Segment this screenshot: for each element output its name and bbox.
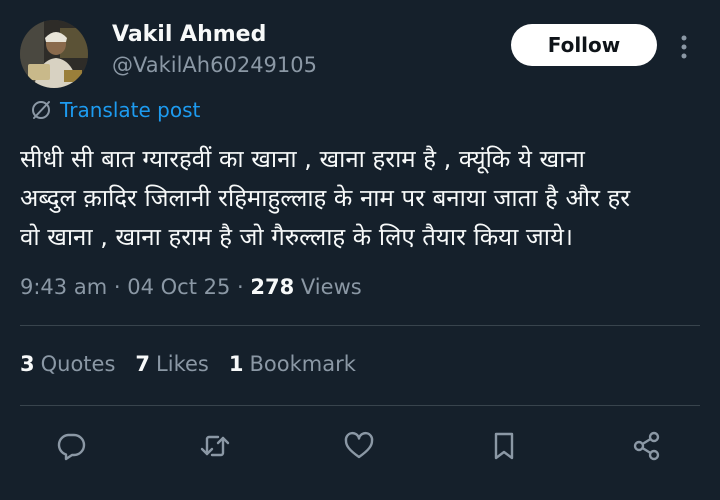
bookmarks-stat[interactable]: 1 Bookmark <box>229 352 356 376</box>
post-text: सीधी सी बात ग्यारहवीं का खाना , खाना हरा… <box>20 145 631 251</box>
more-options-button[interactable] <box>672 30 696 64</box>
bookmark-button[interactable] <box>486 428 522 464</box>
globe-icon <box>30 99 52 121</box>
more-vertical-icon <box>681 35 687 59</box>
avatar-photo <box>20 20 88 88</box>
quotes-label: Quotes <box>40 352 116 376</box>
repost-icon <box>200 435 230 457</box>
views-count: 278 <box>250 275 295 299</box>
quotes-count: 3 <box>20 352 35 376</box>
translate-post-link[interactable]: Translate post <box>30 98 200 122</box>
likes-count: 7 <box>135 352 151 376</box>
likes-label: Likes <box>156 352 209 376</box>
like-button[interactable] <box>341 428 377 464</box>
meta-separator: · <box>113 275 128 299</box>
divider <box>20 405 700 406</box>
repost-button[interactable] <box>197 428 233 464</box>
divider <box>20 325 700 326</box>
likes-stat[interactable]: 7 Likes <box>135 352 208 376</box>
engagement-stats: 3 Quotes 7 Likes 1 Bookmark <box>20 352 376 376</box>
reply-button[interactable] <box>53 428 89 464</box>
bookmarks-label: Bookmark <box>249 352 356 376</box>
follow-button[interactable]: Follow <box>511 24 657 66</box>
quotes-stat[interactable]: 3 Quotes <box>20 352 115 376</box>
share-icon <box>633 431 660 461</box>
author-handle[interactable]: @VakilAh60249105 <box>112 53 317 77</box>
post-meta: 9:43 am · 04 Oct 25 · 278 Views <box>20 275 362 299</box>
share-button[interactable] <box>629 428 665 464</box>
bookmarks-count: 1 <box>228 352 244 376</box>
author-name[interactable]: Vakil Ahmed <box>112 22 266 47</box>
post-detail-page: Vakil Ahmed @VakilAh60249105 Follow Tran… <box>0 0 720 500</box>
translate-post-label: Translate post <box>60 98 201 122</box>
reply-icon <box>57 433 86 461</box>
views-label: Views <box>300 275 362 299</box>
meta-separator: · <box>237 275 251 299</box>
bookmark-icon <box>494 432 514 460</box>
avatar[interactable] <box>20 20 88 88</box>
post-time[interactable]: 9:43 am <box>20 275 107 299</box>
post-date[interactable]: 04 Oct 25 <box>127 275 230 299</box>
heart-icon <box>344 431 374 459</box>
